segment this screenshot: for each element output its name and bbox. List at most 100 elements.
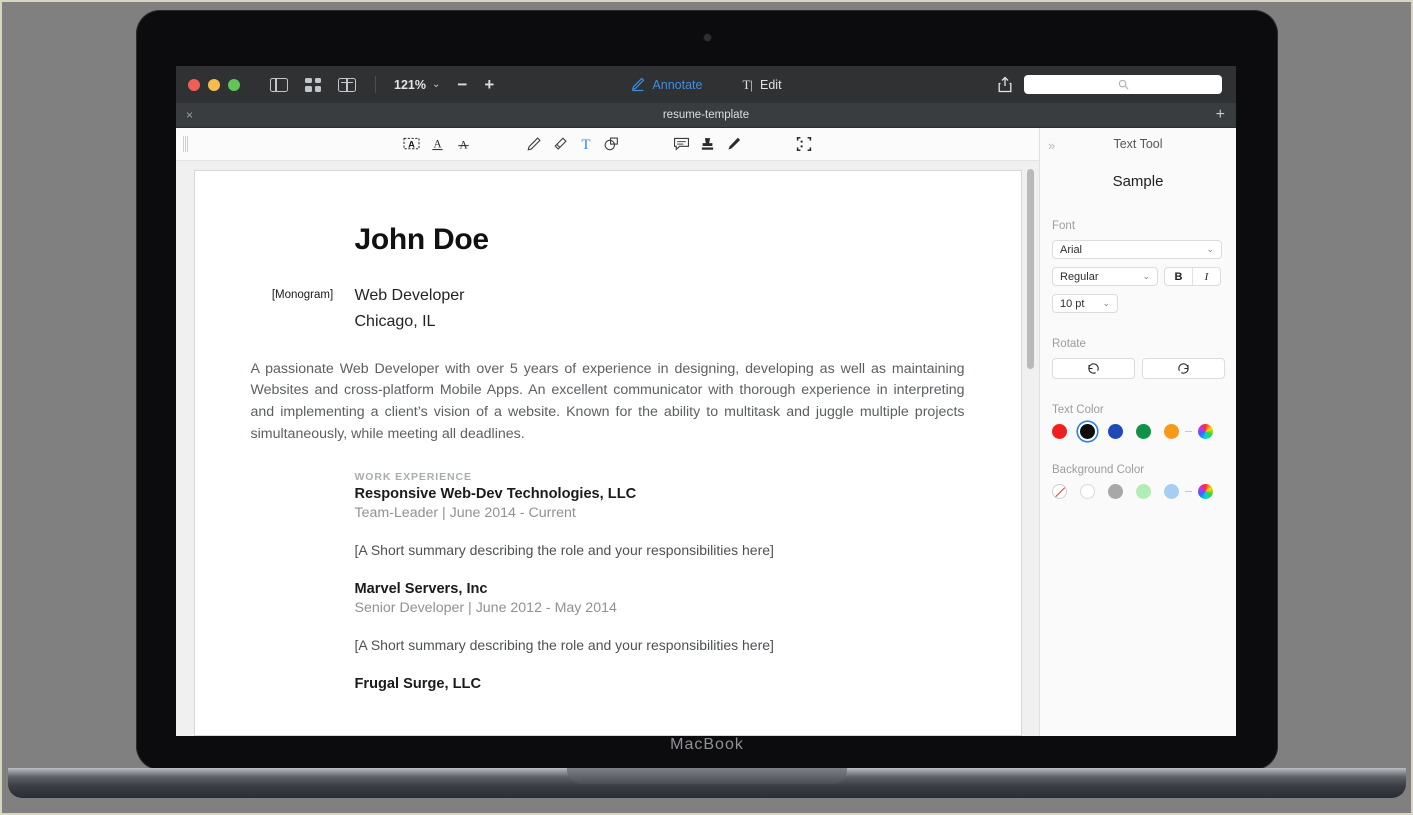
text-tool-panel: » Text Tool Sample Font Arial ⌄ Regular … [1039, 128, 1236, 736]
toolbar-divider [375, 76, 376, 93]
tab-edit[interactable]: T| Edit [742, 77, 781, 93]
shape-tool-icon[interactable] [599, 133, 625, 155]
font-style-select[interactable]: Regular ⌄ [1052, 267, 1158, 286]
text-color-blue[interactable] [1108, 424, 1123, 439]
svg-text:T: T [581, 137, 590, 152]
zoom-level-value[interactable]: 121% [394, 78, 426, 92]
tab-document-title[interactable]: resume-template [176, 109, 1236, 121]
chevron-down-icon[interactable]: ⌄ [432, 79, 440, 90]
title-bar: 121% ⌄ − + Annotate [176, 66, 1236, 103]
close-window-button[interactable] [188, 79, 200, 91]
document-scrollbar[interactable] [1027, 169, 1034, 369]
background-color-gray[interactable] [1108, 484, 1123, 499]
resume-summary: A passionate Web Developer with over 5 y… [251, 359, 965, 445]
highlight-text-icon[interactable]: A [399, 133, 425, 155]
background-color-wheel-icon[interactable] [1198, 484, 1213, 499]
background-color-light-blue[interactable] [1164, 484, 1179, 499]
rotate-left-button[interactable] [1052, 358, 1135, 379]
strikethrough-text-icon[interactable]: A [451, 133, 477, 155]
font-size-select[interactable]: 10 pt ⌄ [1052, 294, 1118, 313]
resume-monogram: [Monogram] [251, 283, 355, 335]
zoom-control-group: 121% ⌄ − + [394, 76, 494, 93]
text-color-label: Text Color [1052, 404, 1236, 416]
font-style-row: Regular ⌄ B I [1052, 267, 1236, 286]
pdf-app-window: 121% ⌄ − + Annotate [176, 66, 1236, 736]
pencil-icon[interactable] [521, 133, 547, 155]
macbook-wordmark: MacBook [136, 736, 1278, 754]
text-color-orange[interactable] [1164, 424, 1179, 439]
job-company: Frugal Surge, LLC [355, 676, 965, 692]
chevron-double-right-icon[interactable]: » [1048, 138, 1055, 153]
tab-edit-label: Edit [760, 78, 782, 92]
work-experience-section: WORK EXPERIENCE Responsive Web-Dev Techn… [355, 471, 965, 692]
bold-button[interactable]: B [1165, 268, 1193, 285]
job-entry: Responsive Web-Dev Technologies, LLC Tea… [355, 486, 965, 558]
job-summary: [A Short summary describing the role and… [355, 542, 965, 558]
search-input[interactable] [1024, 75, 1222, 94]
view-mode-group [270, 78, 356, 92]
signature-icon[interactable] [721, 133, 747, 155]
macbook-base-notch [567, 768, 847, 784]
note-comment-icon[interactable] [669, 133, 695, 155]
annotation-tool-group: A A [176, 133, 1039, 155]
pen-nib-icon [630, 77, 645, 92]
tab-annotate[interactable]: Annotate [630, 77, 702, 92]
minimize-window-button[interactable] [208, 79, 220, 91]
macbook-lid: 121% ⌄ − + Annotate [136, 10, 1278, 770]
underline-text-icon[interactable]: A [425, 133, 451, 155]
stamp-icon[interactable] [695, 133, 721, 155]
text-color-red[interactable] [1052, 424, 1067, 439]
background-color-light-green[interactable] [1136, 484, 1151, 499]
webcam-icon [704, 34, 711, 41]
resume-location: Chicago, IL [355, 309, 465, 335]
font-family-select[interactable]: Arial ⌄ [1052, 240, 1222, 259]
dual-page-view-icon[interactable] [338, 78, 356, 92]
text-tool-icon[interactable]: T [573, 133, 599, 155]
rotate-label: Rotate [1052, 338, 1236, 350]
background-color-white[interactable] [1080, 484, 1095, 499]
sidebar-view-icon[interactable] [270, 78, 288, 92]
job-entry: Marvel Servers, Inc Senior Developer | J… [355, 581, 965, 653]
background-color-none[interactable] [1052, 484, 1067, 499]
resume-role-block: Web Developer Chicago, IL [355, 283, 465, 335]
macbook-device: 121% ⌄ − + Annotate [136, 10, 1278, 785]
rotate-button-group [1052, 358, 1236, 379]
font-size-value: 10 pt [1060, 298, 1084, 310]
chevron-down-icon: ⌄ [1142, 271, 1150, 282]
zoom-out-button[interactable]: − [457, 76, 467, 93]
rotate-right-button[interactable] [1142, 358, 1225, 379]
job-meta: Team-Leader | June 2014 - Current [355, 505, 965, 521]
resume-role: Web Developer [355, 283, 465, 309]
svg-text:A: A [433, 138, 442, 150]
job-company: Marvel Servers, Inc [355, 581, 965, 597]
italic-button[interactable]: I [1193, 268, 1220, 285]
work-experience-label: WORK EXPERIENCE [355, 471, 965, 483]
screen: 121% ⌄ − + Annotate [176, 66, 1236, 736]
grid-view-icon[interactable] [305, 78, 321, 92]
resume-page[interactable]: John Doe [Monogram] Web Developer Chicag… [194, 170, 1022, 736]
eraser-icon[interactable] [547, 133, 573, 155]
workspace: A A [176, 128, 1236, 736]
resume-name: John Doe [355, 223, 965, 257]
text-color-green[interactable] [1136, 424, 1151, 439]
text-color-black[interactable] [1080, 424, 1095, 439]
swatch-connector [1185, 431, 1192, 432]
swatch-connector [1185, 491, 1192, 492]
maximize-window-button[interactable] [228, 79, 240, 91]
sample-preview-text: Sample [1040, 173, 1236, 190]
tab-annotate-label: Annotate [652, 78, 702, 92]
annotation-toolbar: A A [176, 128, 1039, 161]
zoom-in-button[interactable]: + [484, 76, 494, 93]
chevron-down-icon: ⌄ [1206, 244, 1214, 255]
share-icon[interactable] [998, 76, 1012, 93]
background-color-label: Background Color [1052, 464, 1236, 476]
text-color-swatches [1052, 424, 1236, 439]
background-color-swatches [1052, 484, 1236, 499]
text-color-wheel-icon[interactable] [1198, 424, 1213, 439]
font-size-row: 10 pt ⌄ [1052, 294, 1236, 313]
job-entry: Frugal Surge, LLC [355, 676, 965, 692]
svg-text:A: A [408, 139, 415, 149]
job-company: Responsive Web-Dev Technologies, LLC [355, 486, 965, 502]
crop-select-icon[interactable] [791, 133, 817, 155]
text-cursor-icon: T| [742, 77, 753, 93]
